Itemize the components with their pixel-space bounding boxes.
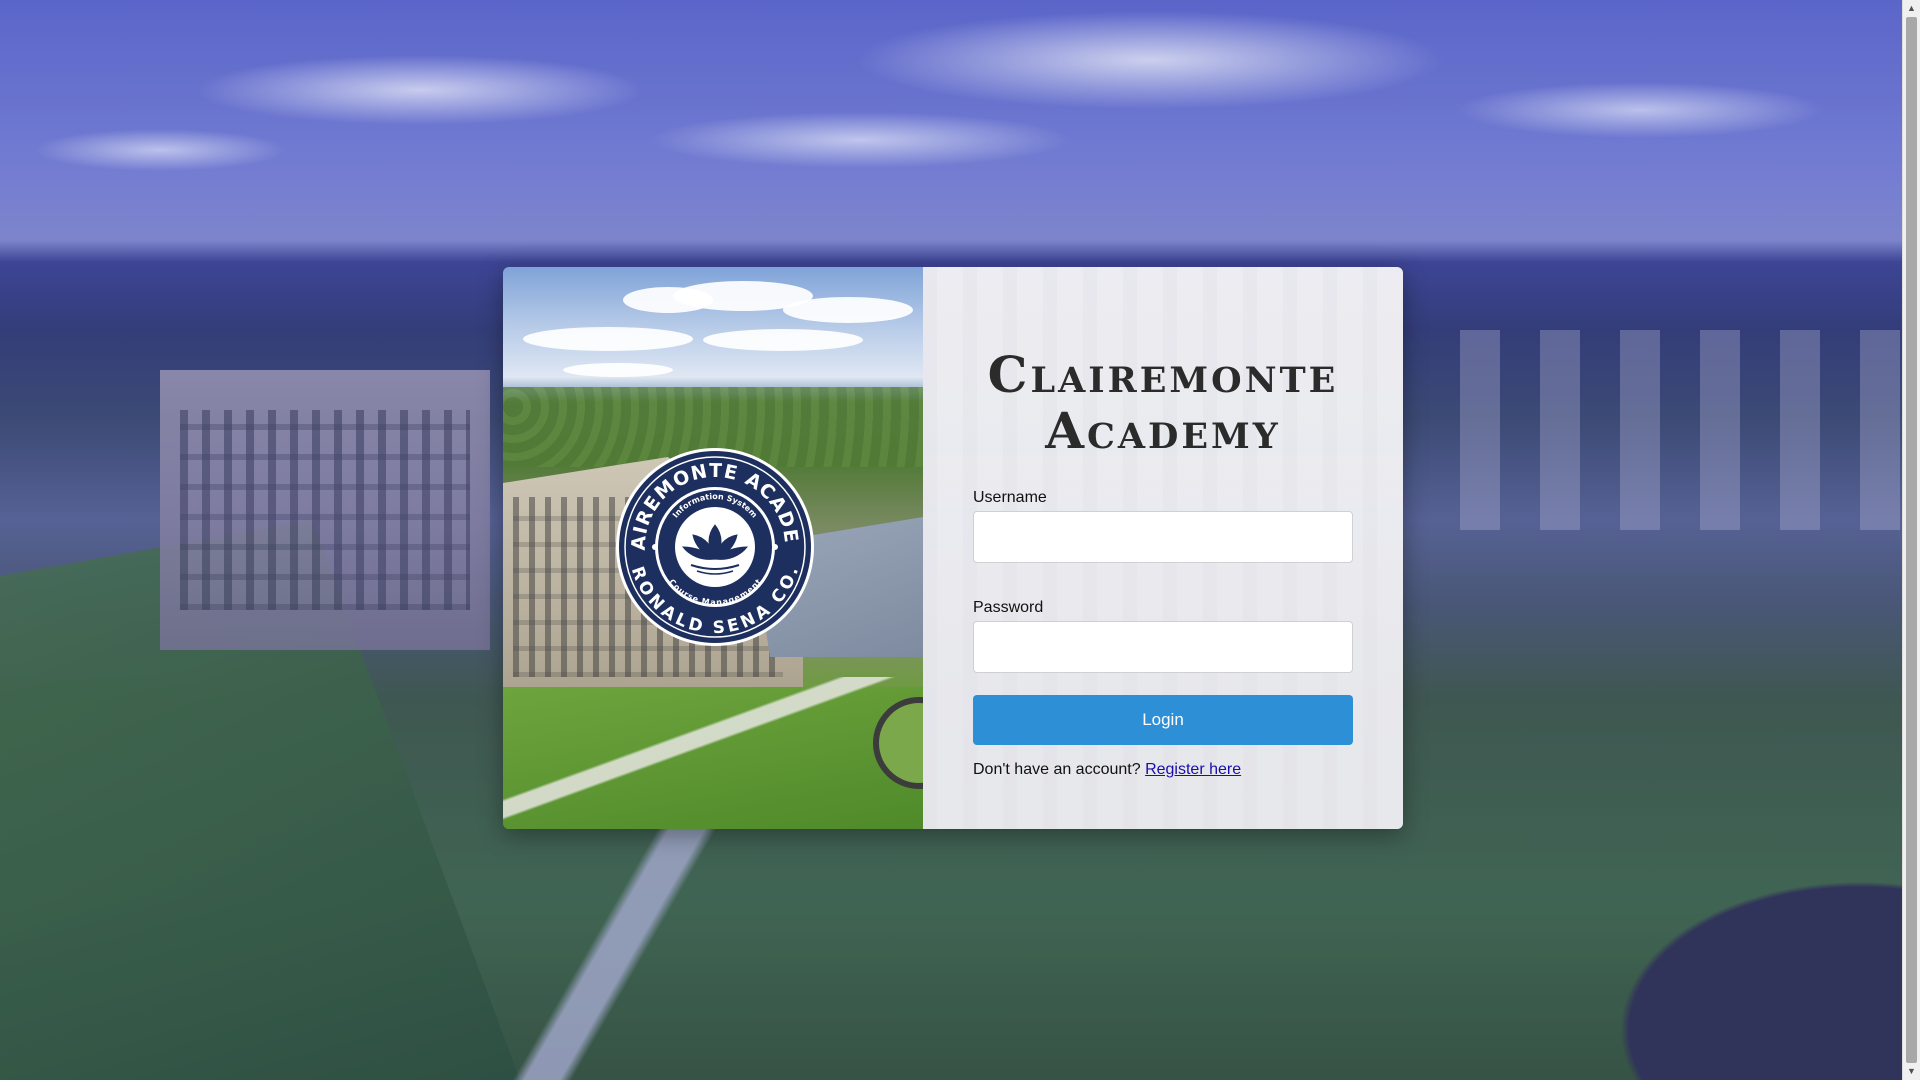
title-line-1: Clairemonte (987, 345, 1339, 404)
title-line-2: Academy (1045, 401, 1281, 460)
login-card: CLAIREMONTE ACADEMY RONALD SENA CO. Info… (503, 267, 1403, 829)
login-form-panel: Clairemonte Academy Username Password Lo… (923, 267, 1403, 829)
password-input[interactable] (973, 621, 1353, 673)
page-title: Clairemonte Academy (923, 347, 1403, 459)
chevron-down-icon[interactable]: ▼ (1903, 1063, 1920, 1080)
vertical-scrollbar[interactable]: ▲ ▼ (1902, 0, 1920, 1080)
chevron-up-icon[interactable]: ▲ (1903, 0, 1920, 17)
academy-seal-logo: CLAIREMONTE ACADEMY RONALD SENA CO. Info… (615, 447, 814, 646)
register-prompt: Don't have an account? (973, 761, 1141, 778)
scrollbar-thumb[interactable] (1906, 17, 1917, 1063)
login-form: Username Password Login Don't have an ac… (973, 489, 1353, 779)
password-label: Password (973, 599, 1044, 616)
login-button[interactable]: Login (973, 695, 1353, 745)
username-label: Username (973, 489, 1047, 506)
campus-image-panel: CLAIREMONTE ACADEMY RONALD SENA CO. Info… (503, 267, 923, 829)
register-row: Don't have an account? Register here (973, 761, 1353, 779)
username-input[interactable] (973, 511, 1353, 563)
register-link[interactable]: Register here (1145, 761, 1241, 778)
